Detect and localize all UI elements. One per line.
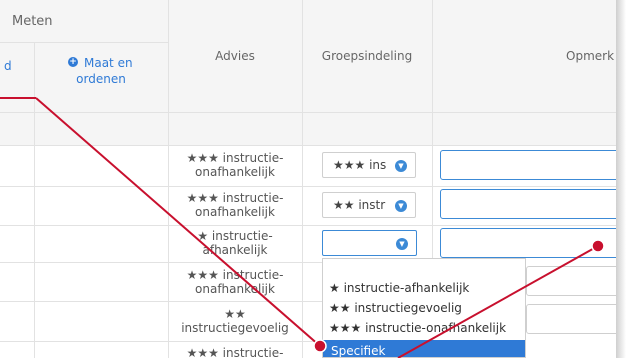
screenshot-edge-shadow bbox=[616, 0, 626, 358]
annotation-line bbox=[397, 245, 599, 358]
annotation-dot bbox=[591, 239, 605, 253]
annotation-overlay bbox=[0, 97, 605, 358]
annotation-line bbox=[35, 97, 321, 347]
app-frame: Meten d + Maat en ordenen Advies Groepsi… bbox=[0, 0, 626, 358]
annotation-dot bbox=[313, 339, 327, 353]
